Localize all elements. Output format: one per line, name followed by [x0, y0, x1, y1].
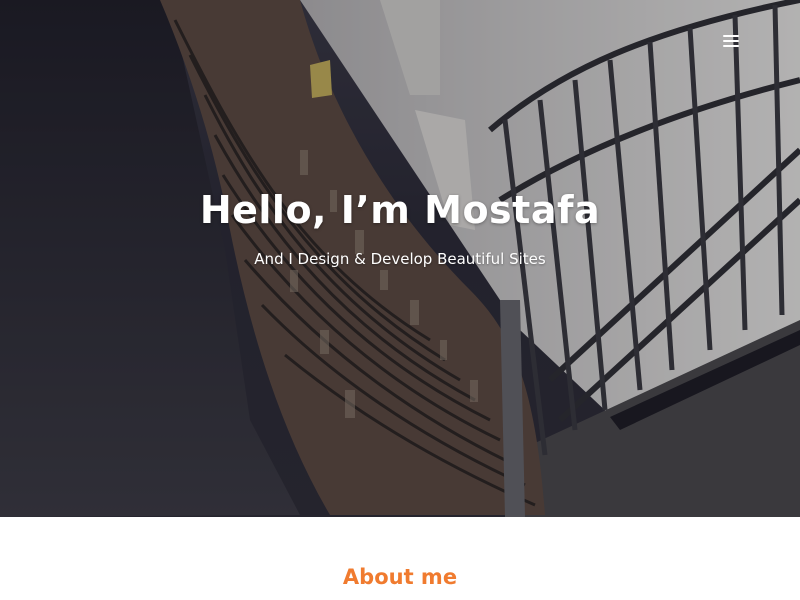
hero-subtitle: And I Design & Develop Beautiful Sites — [254, 250, 546, 268]
hamburger-menu-button[interactable] — [720, 30, 742, 52]
about-section: About me — [0, 517, 800, 600]
hamburger-menu-icon — [723, 35, 739, 47]
hero-title: Hello, I’m Mostafa — [199, 188, 601, 232]
about-heading: About me — [342, 565, 458, 589]
hero-section: Hello, I’m Mostafa And I Design & Develo… — [0, 0, 800, 517]
